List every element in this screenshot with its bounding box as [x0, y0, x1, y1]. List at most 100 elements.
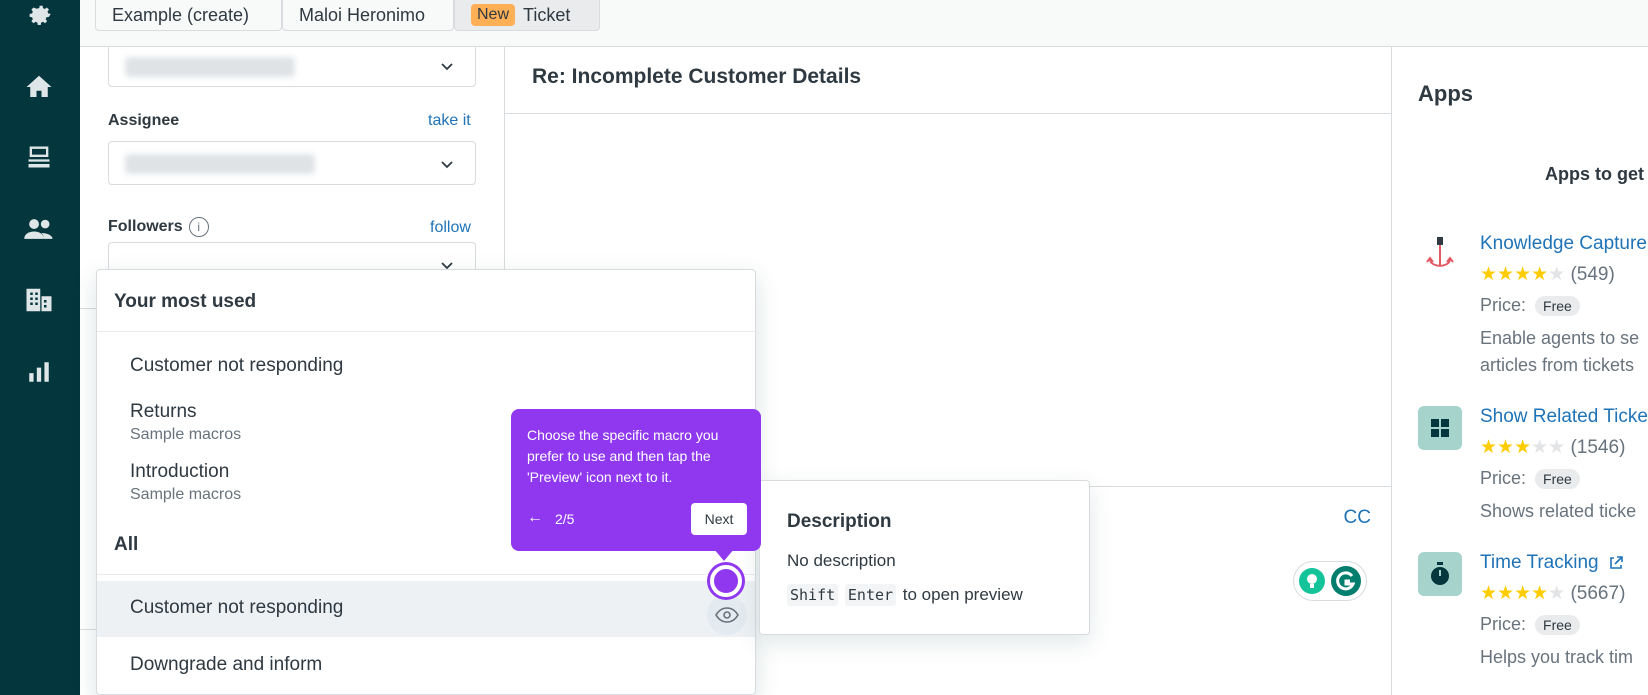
app-description: Helps you track tim: [1480, 644, 1633, 671]
main-nav: [0, 0, 80, 695]
next-button[interactable]: Next: [691, 503, 747, 535]
follow-link[interactable]: follow: [430, 219, 471, 237]
star-icon: ★★★: [1480, 437, 1532, 458]
stopwatch-icon: [1418, 552, 1462, 596]
customers-icon[interactable]: [20, 210, 58, 248]
apps-title: Apps: [1418, 81, 1473, 106]
app-description: Enable agents to se articles from tickets: [1480, 325, 1639, 379]
assignee-label: Assignee: [108, 112, 180, 129]
tab-label: Maloi Heronimo: [299, 4, 426, 25]
description-text: No description: [787, 551, 896, 570]
desc-line: Enable agents to se: [1480, 328, 1640, 348]
price-badge: Free: [1535, 469, 1580, 490]
macro-item-highlighted[interactable]: Customer not responding: [97, 581, 755, 637]
macro-description-popover: Description No description Shift Enter t…: [759, 480, 1090, 635]
preview-hint: Shift Enter to open preview: [787, 584, 1023, 606]
price-badge: Free: [1535, 296, 1580, 317]
tab-label: Example (create): [112, 4, 250, 25]
macro-item[interactable]: Customer not responding: [97, 355, 755, 377]
shift-key: Shift: [787, 584, 839, 606]
app-price: Price: Free: [1480, 295, 1580, 317]
star-icon: ★★: [1531, 437, 1566, 458]
desc-line: Helps you track tim: [1480, 647, 1634, 667]
price-badge: Free: [1535, 615, 1580, 636]
menu-header-all: All: [114, 534, 139, 555]
app-time-tracking: Time Tracking ★★★★★ (5667) Price: Free H…: [1418, 552, 1648, 672]
tab-requester[interactable]: Maloi Heronimo: [282, 0, 454, 31]
star-icon: ★★★★: [1480, 264, 1549, 285]
take-it-link[interactable]: take it: [428, 112, 471, 130]
rating-count: (549): [1570, 264, 1615, 285]
price-label: Price:: [1480, 295, 1527, 315]
eye-icon: [715, 607, 739, 623]
desc-line: articles from tickets: [1480, 355, 1635, 375]
price-label: Price:: [1480, 468, 1527, 488]
tab-new-ticket[interactable]: New Ticket: [454, 0, 600, 31]
views-icon[interactable]: [20, 138, 58, 176]
macro-label: Customer not responding: [130, 597, 344, 618]
back-arrow-icon[interactable]: ←: [527, 509, 543, 527]
app-price: Price: Free: [1480, 468, 1580, 490]
star-icon: ★: [1548, 583, 1566, 604]
cc-link[interactable]: CC: [1344, 507, 1371, 529]
macro-label: Downgrade and inform: [130, 654, 323, 675]
guide-beacon[interactable]: [710, 565, 742, 597]
redacted-value: [125, 154, 315, 174]
anchor-icon: [1418, 233, 1462, 277]
chevron-down-icon: [441, 63, 453, 71]
app-price: Price: Free: [1480, 614, 1580, 636]
preview-button[interactable]: [707, 595, 747, 635]
tooltip-pointer: [714, 549, 734, 561]
new-badge: New: [471, 4, 516, 26]
hint-text: to open preview: [902, 585, 1023, 604]
price-label: Price:: [1480, 614, 1527, 634]
app-description: Shows related ticke: [1480, 498, 1636, 525]
star-icon: ★: [1548, 264, 1566, 285]
tab-example-create[interactable]: Example (create): [95, 0, 282, 31]
organizations-icon[interactable]: [20, 281, 58, 319]
macro-item[interactable]: Downgrade and inform: [97, 654, 755, 676]
app-show-related-tickets: Show Related Ticke ★★★★★ (1546) Price: F…: [1418, 406, 1648, 526]
tab-label: Ticket: [523, 4, 571, 25]
lightbulb-icon: [1299, 568, 1325, 594]
followers-label: Followers i: [108, 217, 209, 237]
chevron-down-icon: [441, 161, 453, 169]
macro-label: Customer not responding: [130, 355, 344, 376]
guide-tooltip: Choose the specific macro you prefer to …: [511, 409, 761, 551]
star-icon: ★★★★: [1480, 583, 1549, 604]
app-rating: ★★★★★ (1546): [1480, 436, 1625, 459]
app-name-link[interactable]: Time Tracking: [1480, 552, 1624, 574]
redacted-value: [125, 57, 295, 77]
desc-line: Shows related ticke: [1480, 501, 1637, 521]
rating-count: (1546): [1570, 437, 1626, 458]
app-name-link[interactable]: Knowledge Capture: [1480, 233, 1647, 255]
divider: [97, 331, 755, 332]
reporting-icon[interactable]: [20, 353, 58, 391]
description-title: Description: [787, 511, 892, 532]
divider: [505, 113, 1391, 114]
requester-select[interactable]: [108, 47, 476, 87]
apps-panel: Apps Apps to get Knowledge Capture ★★★★★…: [1391, 47, 1648, 695]
enter-key: Enter: [844, 584, 897, 606]
grammarly-widget[interactable]: [1293, 561, 1367, 601]
rating-count: (5667): [1570, 583, 1626, 604]
app-rating: ★★★★★ (549): [1480, 263, 1615, 286]
app-name-link[interactable]: Show Related Ticke: [1480, 406, 1648, 428]
app-name-text: Time Tracking: [1480, 552, 1599, 573]
settings-icon[interactable]: [20, 0, 58, 34]
grammarly-icon: [1331, 566, 1361, 596]
tooltip-text: Choose the specific macro you prefer to …: [527, 427, 719, 485]
apps-subtitle: Apps to get: [1545, 164, 1644, 184]
home-icon[interactable]: [20, 68, 58, 106]
divider: [97, 574, 755, 575]
followers-label-text: Followers: [108, 218, 183, 236]
step-counter: 2/5: [555, 511, 575, 527]
info-icon[interactable]: i: [188, 217, 209, 237]
app-rating: ★★★★★ (5667): [1480, 582, 1625, 605]
ticket-subject[interactable]: Re: Incomplete Customer Details: [532, 65, 861, 89]
app-knowledge-capture: Knowledge Capture ★★★★★ (549) Price: Fre…: [1418, 233, 1648, 383]
grid-icon: [1418, 406, 1462, 450]
tab-bar: Example (create) Maloi Heronimo New Tick…: [80, 0, 1648, 47]
menu-header-most-used: Your most used: [114, 291, 257, 312]
assignee-select[interactable]: [108, 141, 476, 185]
